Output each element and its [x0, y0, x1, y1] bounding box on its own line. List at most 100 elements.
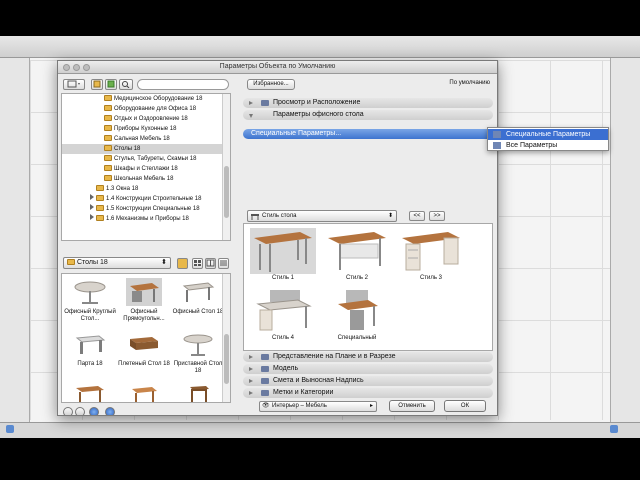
large-icon-view-button[interactable]	[205, 258, 216, 269]
style-4-thumbnail	[256, 290, 312, 331]
tools-icon[interactable]	[75, 407, 85, 415]
tree-item[interactable]: Шкафы и Стеллажи 18	[62, 164, 222, 174]
section-model[interactable]: Модель	[243, 364, 493, 374]
library-object[interactable]	[118, 380, 170, 402]
library-object[interactable]: Парта 18	[64, 328, 116, 380]
disclosure-triangle-icon[interactable]	[90, 204, 94, 210]
library-pane: Медицинское Оборудование 18 Оборудование…	[61, 77, 231, 415]
section-plan-and-section[interactable]: Представление на Плане и в Разрезе	[243, 352, 493, 362]
tree-item[interactable]: Школьная Мебель 18	[62, 174, 222, 184]
style-option[interactable]: Стиль 3	[396, 226, 466, 286]
library-manager-button[interactable]	[91, 79, 103, 90]
disclosure-triangle-icon[interactable]	[90, 214, 94, 220]
library-bottom-toolbar	[61, 406, 231, 415]
section-office-table-params[interactable]: Параметры офисного стола	[243, 110, 493, 120]
tree-item[interactable]: 1.4 Конструкции Строительные 18	[62, 194, 222, 204]
globe-icon[interactable]	[89, 407, 99, 415]
web-library-icon[interactable]	[105, 407, 115, 415]
previous-style-button[interactable]: <<	[409, 211, 425, 221]
library-object[interactable]	[172, 380, 224, 402]
all-params-icon	[493, 142, 501, 149]
tags-icon	[261, 390, 269, 396]
new-folder-button[interactable]	[177, 258, 188, 269]
tree-scrollbar-thumb[interactable]	[224, 166, 229, 218]
layer-select[interactable]: 👁 Интерьер – Мебель ▸	[259, 401, 377, 412]
office-table-thumbnail	[182, 282, 215, 302]
tree-item[interactable]: Отдых и Оздоровление 18	[62, 114, 222, 124]
library-toolbar	[61, 77, 231, 92]
style-option[interactable]: Стиль 2	[322, 226, 392, 286]
tree-item-label: Школьная Мебель 18	[114, 176, 174, 182]
expand-arrow-icon	[249, 355, 253, 359]
object-settings-dialog: Параметры Объекта по Умолчанию Медицинск…	[57, 60, 498, 416]
section-label: Смета и Выносная Надпись	[273, 377, 364, 384]
tree-item[interactable]: Приборы Кухонные 18	[62, 124, 222, 134]
letterbox-top	[0, 0, 640, 36]
section-label: Метки и Категории	[273, 389, 334, 396]
library-object-label: Приставной Стол 18	[173, 361, 223, 374]
tree-item[interactable]: Оборудование для Офиса 18	[62, 104, 222, 114]
status-icon[interactable]	[6, 425, 14, 433]
dialog-footer: 👁 Интерьер – Мебель ▸ Отменить ОК	[241, 400, 496, 414]
style-option[interactable]: Стиль 4	[248, 286, 318, 346]
menu-item-all-params[interactable]: Все Параметры	[488, 140, 608, 151]
search-button[interactable]	[119, 79, 133, 90]
tree-item-selected[interactable]: Столы 18	[62, 144, 222, 154]
tree-scrollbar[interactable]	[222, 94, 230, 240]
library-scrollbar-thumb[interactable]	[224, 334, 229, 384]
ok-button[interactable]: ОК	[444, 400, 486, 412]
dialog-title: Параметры Объекта по Умолчанию	[219, 63, 336, 70]
library-folder-select[interactable]: Столы 18 ⬍	[63, 257, 171, 269]
style-option[interactable]: Специальный	[322, 286, 392, 346]
library-object[interactable]: Офисный Круглый Стол...	[64, 276, 116, 328]
search-input[interactable]	[137, 79, 229, 90]
folder-icon	[104, 135, 112, 141]
popup-arrows-icon: ⬍	[387, 213, 393, 219]
library-object[interactable]: Офисный Стол 18	[172, 276, 224, 328]
tree-item[interactable]: 1.6 Механизмы и Приборы 18	[62, 214, 222, 224]
table-style-value: Стиль стола	[262, 213, 297, 219]
library-object-selected[interactable]: Офисный Прямоугольн...	[118, 276, 170, 328]
listing-icon	[261, 378, 269, 384]
table-icon	[251, 214, 259, 220]
folder-icon	[104, 125, 112, 131]
library-scrollbar[interactable]	[222, 274, 230, 402]
special-params-selector[interactable]: Специальные Параметры...	[243, 129, 493, 139]
favorites-button[interactable]: Избранное...	[247, 79, 295, 90]
model-icon	[261, 366, 269, 372]
tree-item[interactable]: Сальная Мебель 18	[62, 134, 222, 144]
list-view-button[interactable]	[218, 258, 229, 269]
style-label: Специальный	[337, 335, 377, 341]
tree-item-label: 1.3 Окна 18	[106, 186, 139, 192]
layer-value: Интерьер – Мебель	[272, 403, 327, 409]
tree-item[interactable]: 1.3 Окна 18	[62, 184, 222, 194]
tree-item-label: 1.6 Механизмы и Приборы 18	[106, 216, 189, 222]
section-listing-and-labeling[interactable]: Смета и Выносная Надпись	[243, 376, 493, 386]
disclosure-triangle-icon[interactable]	[90, 194, 94, 200]
filter-button[interactable]	[105, 79, 117, 90]
tree-item[interactable]: Стулья, Табуреты, Скамьи 18	[62, 154, 222, 164]
tree-item-label: Стулья, Табуреты, Скамьи 18	[114, 156, 197, 162]
gear-icon[interactable]	[63, 407, 73, 415]
tree-item[interactable]: 1.5 Конструкции Специальные 18	[62, 204, 222, 214]
default-label: По умолчанию	[449, 80, 490, 86]
library-object[interactable]: Приставной Стол 18	[172, 328, 224, 380]
collapse-arrow-icon	[249, 114, 253, 118]
section-tags-and-categories[interactable]: Метки и Категории	[243, 388, 493, 398]
tree-item-label: 1.4 Конструкции Строительные 18	[106, 196, 202, 202]
status-icon[interactable]	[610, 425, 618, 433]
tree-item[interactable]: Медицинское Оборудование 18	[62, 94, 222, 104]
style-option-selected[interactable]: Стиль 1	[248, 226, 318, 286]
library-object[interactable]: Плетеный Стол 18	[118, 328, 170, 380]
menu-item-special-params[interactable]: Специальные Параметры	[488, 129, 608, 140]
cancel-button[interactable]: Отменить	[389, 400, 435, 412]
next-style-button[interactable]: >>	[429, 211, 445, 221]
table-style-select[interactable]: Стиль стола ⬍	[247, 210, 397, 222]
library-object[interactable]	[64, 380, 116, 402]
expand-arrow-icon	[249, 379, 253, 383]
icon-view-button[interactable]	[192, 258, 203, 269]
section-view-and-position[interactable]: Просмотр и Расположение	[243, 98, 493, 108]
expand-arrow-icon	[249, 367, 253, 371]
view-mode-button[interactable]	[63, 79, 85, 90]
tree-item-label: Медицинское Оборудование 18	[114, 96, 203, 102]
